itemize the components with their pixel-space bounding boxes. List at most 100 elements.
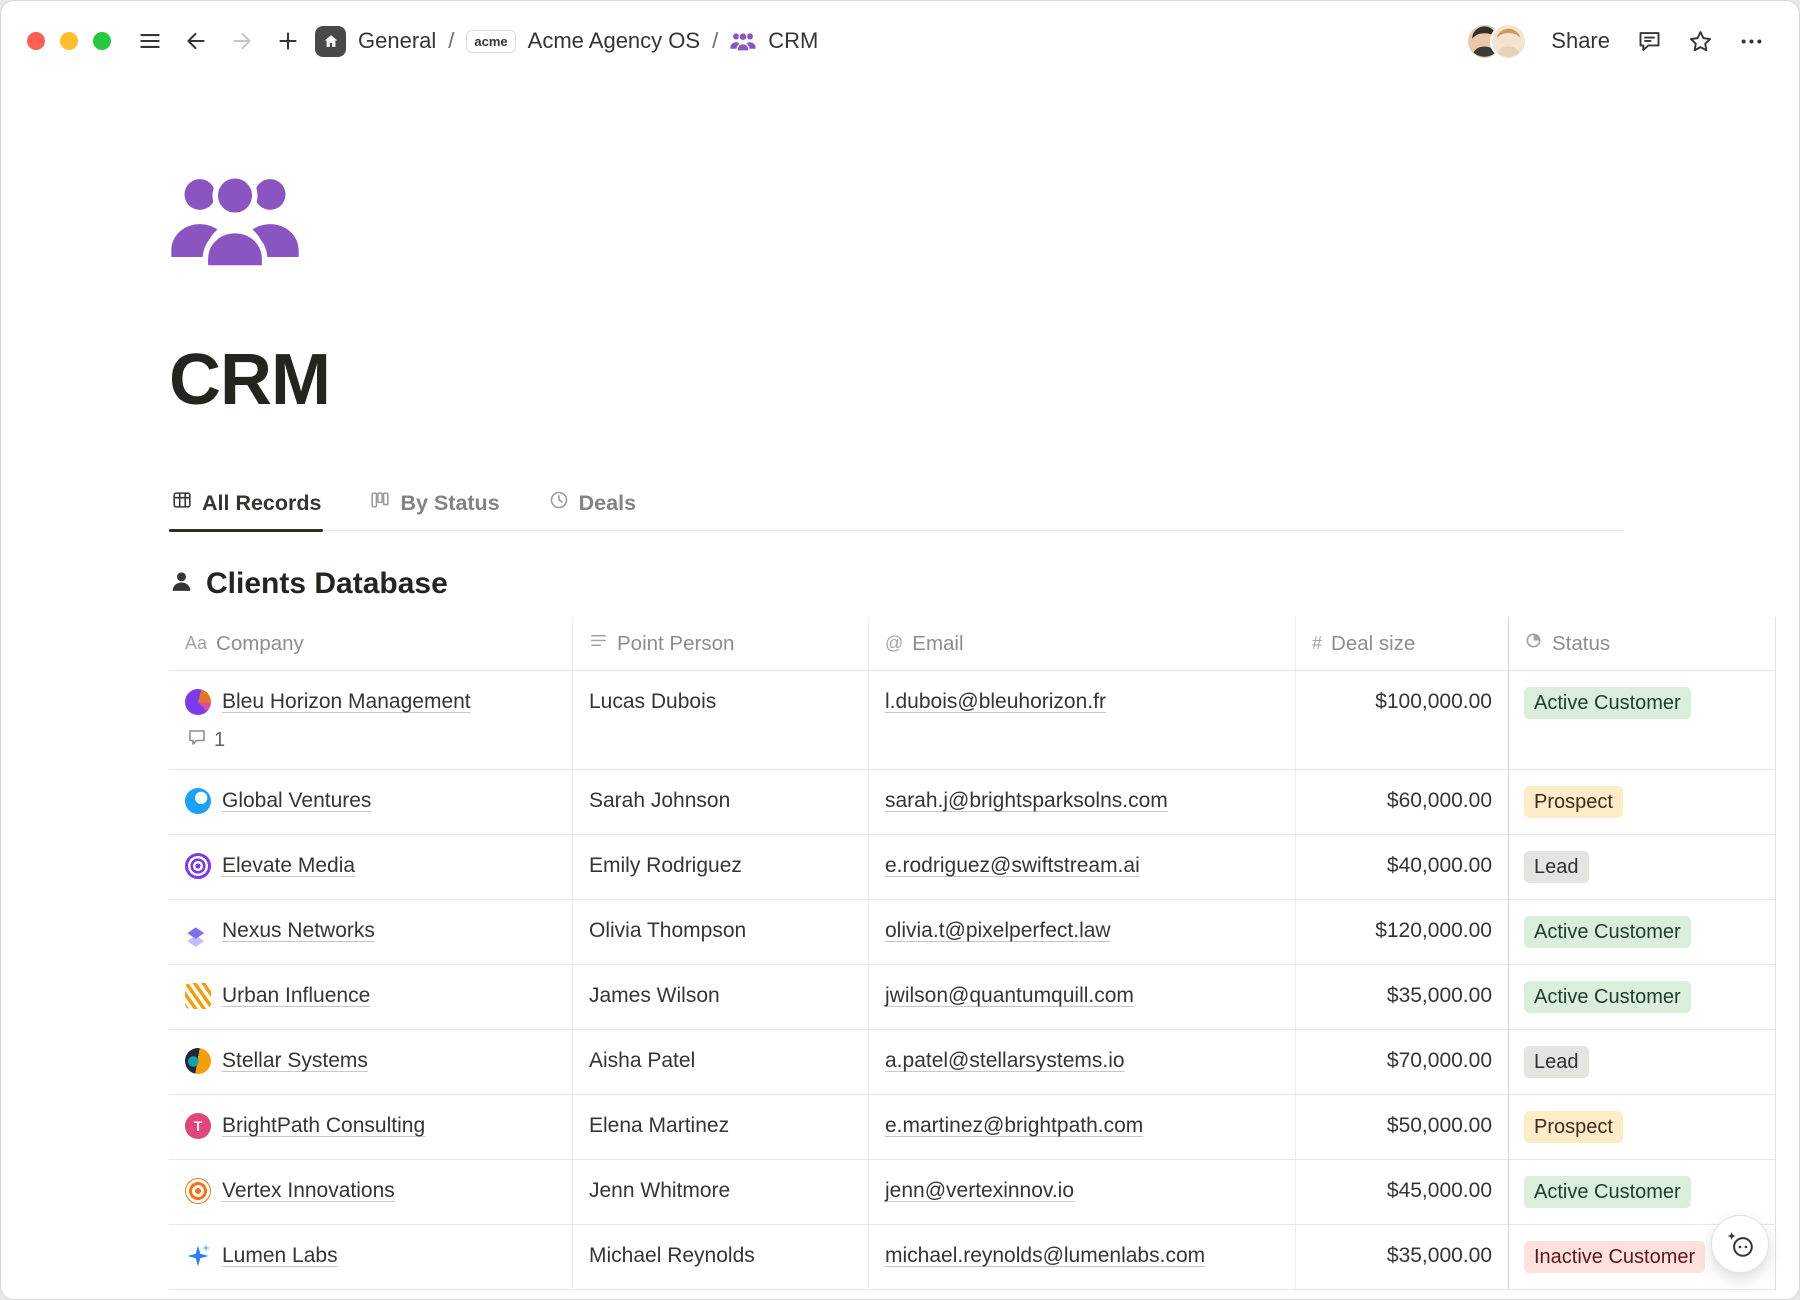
email-link[interactable]: e.rodriguez@swiftstream.ai — [885, 854, 1140, 877]
email-link[interactable]: olivia.t@pixelperfect.law — [885, 919, 1111, 942]
breadcrumb-root[interactable]: General — [358, 28, 436, 54]
column-header-company[interactable]: Aa Company — [169, 617, 573, 670]
point-person-cell[interactable]: Olivia Thompson — [573, 900, 869, 964]
column-header-deal-size[interactable]: # Deal size — [1296, 617, 1508, 670]
close-window-button[interactable] — [27, 32, 45, 50]
table-row[interactable]: Stellar Systems Aisha Patel a.patel@stel… — [169, 1030, 1776, 1095]
email-link[interactable]: e.martinez@brightpath.com — [885, 1114, 1143, 1137]
email-cell[interactable]: jwilson@quantumquill.com — [869, 965, 1296, 1029]
email-cell[interactable]: e.rodriguez@swiftstream.ai — [869, 835, 1296, 899]
company-cell[interactable]: Bleu Horizon Management 1 — [169, 671, 573, 769]
company-link[interactable]: Vertex Innovations — [222, 1176, 395, 1206]
column-header-email[interactable]: @ Email — [869, 617, 1296, 670]
status-cell[interactable]: Lead — [1508, 1030, 1776, 1094]
email-cell[interactable]: jenn@vertexinnov.io — [869, 1160, 1296, 1224]
deal-size-cell[interactable]: $70,000.00 — [1296, 1030, 1508, 1094]
company-link[interactable]: BrightPath Consulting — [222, 1111, 425, 1141]
plus-icon[interactable] — [269, 22, 307, 60]
company-cell[interactable]: Vertex Innovations — [169, 1160, 573, 1224]
deal-size-cell[interactable]: $100,000.00 — [1296, 671, 1508, 769]
company-cell[interactable]: Elevate Media — [169, 835, 573, 899]
column-header-status[interactable]: Status — [1508, 617, 1776, 670]
table-row[interactable]: BrightPath Consulting Elena Martinez e.m… — [169, 1095, 1776, 1160]
status-cell[interactable]: Lead — [1508, 835, 1776, 899]
breadcrumb-workspace[interactable]: Acme Agency OS — [528, 28, 700, 54]
breadcrumb-separator: / — [712, 28, 718, 54]
status-cell[interactable]: Active Customer — [1508, 671, 1776, 769]
tab-deals[interactable]: Deals — [546, 479, 638, 530]
email-cell[interactable]: olivia.t@pixelperfect.law — [869, 900, 1296, 964]
table-body: Bleu Horizon Management 1 Lucas Dubois l… — [169, 671, 1776, 1290]
deal-size-cell[interactable]: $60,000.00 — [1296, 770, 1508, 834]
breadcrumb-page[interactable]: CRM — [768, 28, 818, 54]
company-link[interactable]: Global Ventures — [222, 786, 371, 816]
back-arrow-icon[interactable] — [177, 22, 215, 60]
point-person-cell[interactable]: Aisha Patel — [573, 1030, 869, 1094]
email-link[interactable]: a.patel@stellarsystems.io — [885, 1049, 1125, 1072]
status-cell[interactable]: Prospect — [1508, 770, 1776, 834]
company-link[interactable]: Elevate Media — [222, 851, 355, 881]
status-cell[interactable]: Active Customer — [1508, 900, 1776, 964]
company-link[interactable]: Urban Influence — [222, 981, 370, 1011]
zoom-window-button[interactable] — [93, 32, 111, 50]
company-link[interactable]: Stellar Systems — [222, 1046, 368, 1076]
email-link[interactable]: jwilson@quantumquill.com — [885, 984, 1134, 1007]
point-person-cell[interactable]: Michael Reynolds — [573, 1225, 869, 1289]
email-link[interactable]: jenn@vertexinnov.io — [885, 1179, 1074, 1202]
email-cell[interactable]: l.dubois@bleuhorizon.fr — [869, 671, 1296, 769]
table-row[interactable]: Lumen Labs Michael Reynolds michael.reyn… — [169, 1225, 1776, 1290]
company-link[interactable]: Lumen Labs — [222, 1241, 338, 1271]
tab-by-status[interactable]: By Status — [367, 479, 501, 530]
company-cell[interactable]: BrightPath Consulting — [169, 1095, 573, 1159]
point-person-cell[interactable]: Elena Martinez — [573, 1095, 869, 1159]
table-row[interactable]: Vertex Innovations Jenn Whitmore jenn@ve… — [169, 1160, 1776, 1225]
sidebar-toggle-icon[interactable] — [131, 22, 169, 60]
company-link[interactable]: Nexus Networks — [222, 916, 375, 946]
deal-size-cell[interactable]: $45,000.00 — [1296, 1160, 1508, 1224]
deal-size-cell[interactable]: $50,000.00 — [1296, 1095, 1508, 1159]
deal-size-cell[interactable]: $35,000.00 — [1296, 1225, 1508, 1289]
point-person-cell[interactable]: Lucas Dubois — [573, 671, 869, 769]
email-cell[interactable]: michael.reynolds@lumenlabs.com — [869, 1225, 1296, 1289]
minimize-window-button[interactable] — [60, 32, 78, 50]
company-cell[interactable]: Lumen Labs — [169, 1225, 573, 1289]
forward-arrow-icon[interactable] — [223, 22, 261, 60]
collaborator-avatars[interactable] — [1466, 23, 1527, 60]
favorite-star-icon[interactable] — [1681, 22, 1720, 61]
company-cell[interactable]: Stellar Systems — [169, 1030, 573, 1094]
email-cell[interactable]: a.patel@stellarsystems.io — [869, 1030, 1296, 1094]
tab-all-records[interactable]: All Records — [169, 479, 323, 530]
comments-icon[interactable] — [1630, 22, 1669, 61]
table-row[interactable]: Nexus Networks Olivia Thompson olivia.t@… — [169, 900, 1776, 965]
deal-size-cell[interactable]: $40,000.00 — [1296, 835, 1508, 899]
email-cell[interactable]: sarah.j@brightsparksolns.com — [869, 770, 1296, 834]
comment-indicator[interactable]: 1 — [187, 727, 556, 753]
email-link[interactable]: l.dubois@bleuhorizon.fr — [885, 690, 1106, 713]
email-link[interactable]: michael.reynolds@lumenlabs.com — [885, 1244, 1205, 1267]
deal-size-cell[interactable]: $120,000.00 — [1296, 900, 1508, 964]
point-person-cell[interactable]: James Wilson — [573, 965, 869, 1029]
table-row[interactable]: Global Ventures Sarah Johnson sarah.j@br… — [169, 770, 1776, 835]
more-options-icon[interactable] — [1732, 22, 1771, 61]
share-button[interactable]: Share — [1543, 22, 1618, 60]
notion-ai-button[interactable] — [1711, 1215, 1769, 1273]
company-cell[interactable]: Nexus Networks — [169, 900, 573, 964]
column-header-point-person[interactable]: Point Person — [573, 617, 869, 670]
company-cell[interactable]: Global Ventures — [169, 770, 573, 834]
home-icon[interactable] — [315, 26, 346, 57]
table-row[interactable]: Urban Influence James Wilson jwilson@qua… — [169, 965, 1776, 1030]
status-cell[interactable]: Active Customer — [1508, 965, 1776, 1029]
table-row[interactable]: Elevate Media Emily Rodriguez e.rodrigue… — [169, 835, 1776, 900]
email-cell[interactable]: e.martinez@brightpath.com — [869, 1095, 1296, 1159]
company-link[interactable]: Bleu Horizon Management — [222, 687, 471, 717]
people-group-icon[interactable] — [169, 167, 301, 273]
company-cell[interactable]: Urban Influence — [169, 965, 573, 1029]
point-person-cell[interactable]: Emily Rodriguez — [573, 835, 869, 899]
point-person-cell[interactable]: Sarah Johnson — [573, 770, 869, 834]
deal-size-cell[interactable]: $35,000.00 — [1296, 965, 1508, 1029]
status-cell[interactable]: Prospect — [1508, 1095, 1776, 1159]
table-row[interactable]: Bleu Horizon Management 1 Lucas Dubois l… — [169, 671, 1776, 770]
nav-buttons — [131, 22, 307, 60]
email-link[interactable]: sarah.j@brightsparksolns.com — [885, 789, 1168, 812]
point-person-cell[interactable]: Jenn Whitmore — [573, 1160, 869, 1224]
